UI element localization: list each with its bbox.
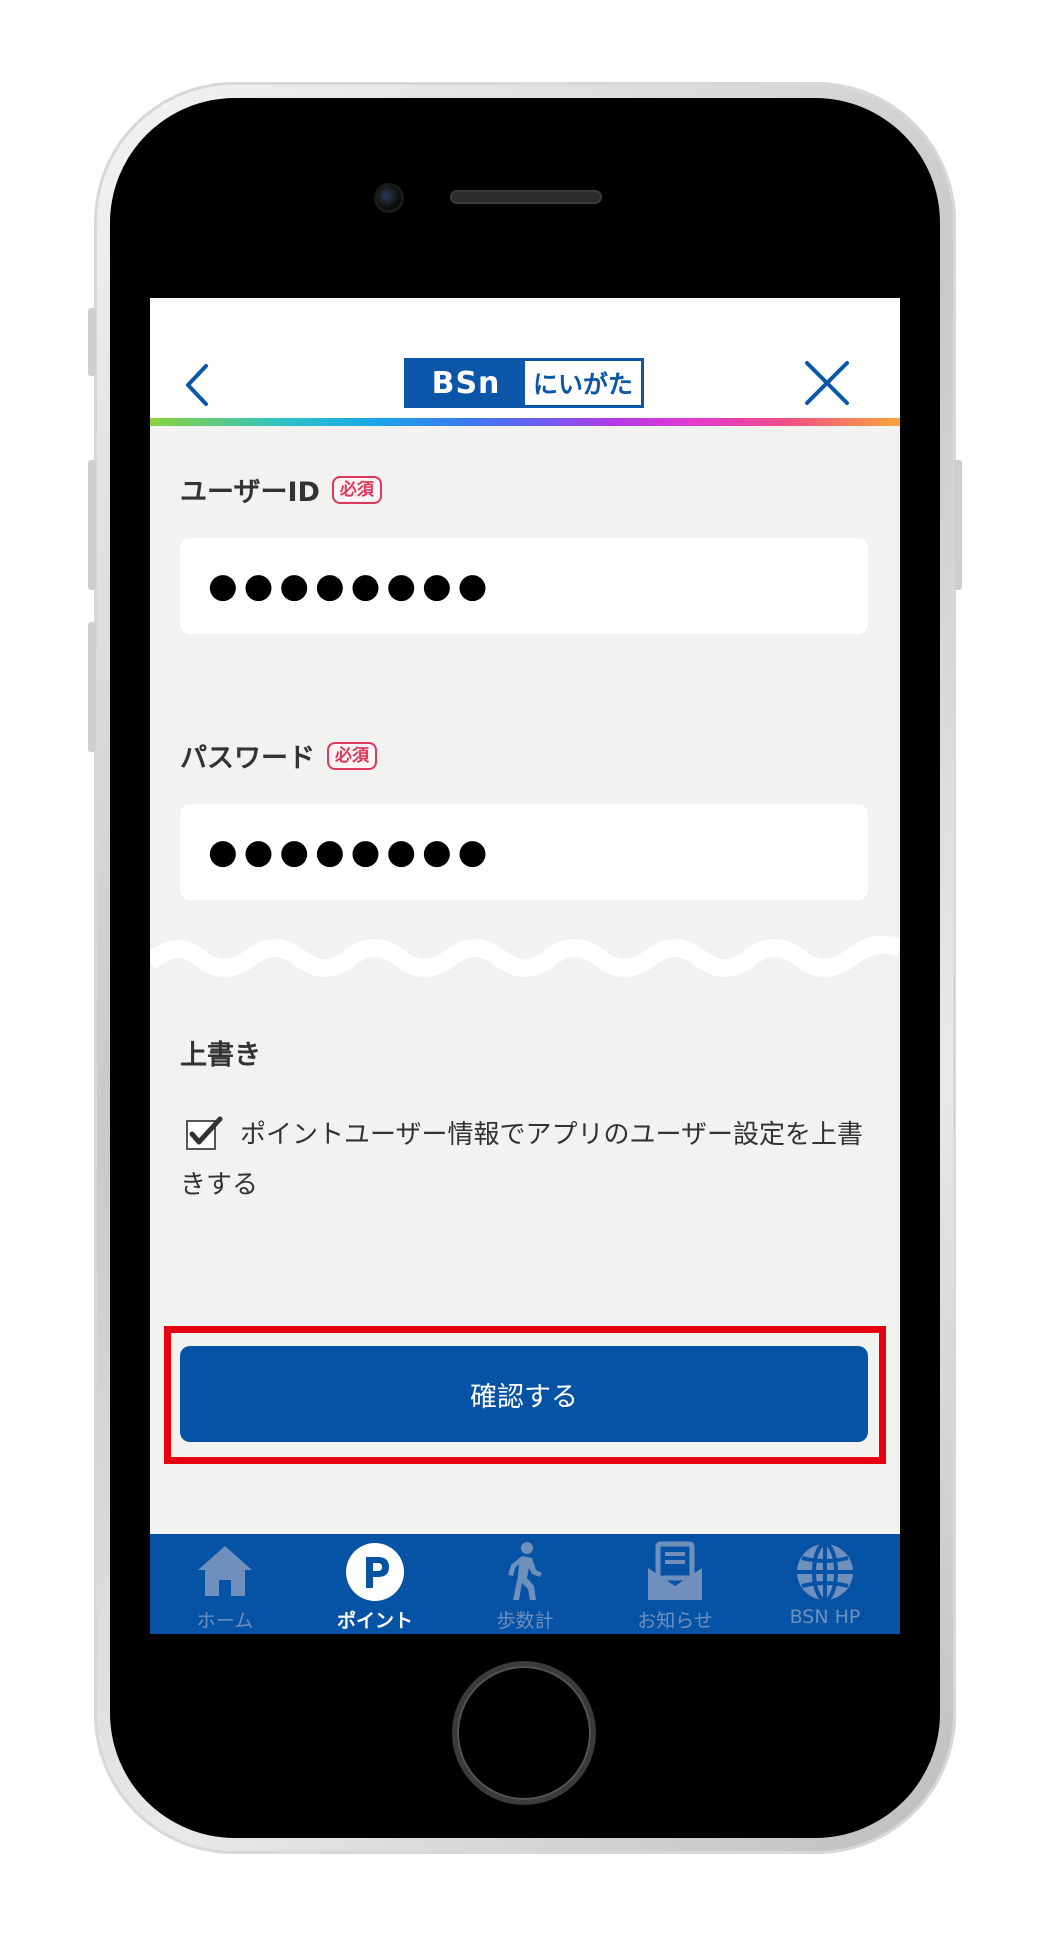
- tab-news[interactable]: お知らせ: [600, 1534, 750, 1634]
- mail-icon: [648, 1541, 702, 1600]
- required-badge: 必須: [327, 741, 377, 770]
- password-value: ●●●●●●●●: [208, 832, 494, 872]
- tab-home[interactable]: ホーム: [150, 1534, 300, 1634]
- power-button: [954, 460, 962, 590]
- tab-label: BSN HP: [789, 1606, 861, 1628]
- user-id-label: ユーザーID: [180, 477, 320, 508]
- password-label-row: パスワード 必須: [180, 736, 377, 775]
- logo-bsn: BSn: [407, 361, 525, 405]
- volume-up-button: [88, 460, 96, 590]
- point-icon: [346, 1543, 404, 1601]
- home-icon: [198, 1546, 252, 1596]
- back-button[interactable]: [178, 360, 218, 410]
- home-button[interactable]: [457, 1666, 591, 1800]
- tab-label: ホーム: [196, 1610, 254, 1632]
- volume-down-button: [88, 622, 96, 752]
- overwrite-checkbox-label[interactable]: ポイントユーザー情報でアプリのユーザー設定を上書きする: [180, 1110, 870, 1210]
- user-id-value: ●●●●●●●●: [208, 566, 494, 606]
- password-input[interactable]: ●●●●●●●●: [180, 804, 868, 900]
- tab-bsn-hp[interactable]: BSN HP: [750, 1534, 900, 1634]
- password-label: パスワード: [180, 743, 315, 774]
- earpiece-speaker: [450, 190, 602, 204]
- walking-icon: [508, 1542, 542, 1600]
- tab-label: ポイント: [336, 1610, 413, 1632]
- chevron-left-icon: [186, 364, 208, 406]
- logo-niigata: にいがた: [532, 370, 633, 399]
- globe-icon: [797, 1542, 853, 1602]
- checkmark-icon: [186, 1116, 223, 1150]
- wave-divider: [150, 935, 900, 977]
- close-button[interactable]: [802, 358, 852, 408]
- front-camera: [377, 186, 401, 210]
- overwrite-title: 上書き: [180, 1040, 261, 1071]
- bottom-tab-bar: ホーム ポイント 歩数計 お知らせ BSN HP: [150, 1534, 900, 1634]
- tab-label: お知らせ: [637, 1610, 713, 1632]
- close-icon: [805, 361, 849, 405]
- app-screen: BSn にいがた ユーザーID 必須 ●●●●●●●● パスワード 必須 ●●●…: [150, 298, 900, 1634]
- mute-switch: [88, 308, 96, 376]
- required-badge: 必須: [331, 475, 382, 504]
- app-header: BSn にいがた: [150, 298, 900, 426]
- tab-label: 歩数計: [496, 1610, 554, 1632]
- user-id-label-row: ユーザーID 必須: [180, 470, 382, 509]
- confirm-button[interactable]: 確認する: [180, 1346, 868, 1442]
- tab-point[interactable]: ポイント: [300, 1534, 450, 1634]
- user-id-input[interactable]: ●●●●●●●●: [180, 538, 868, 634]
- header-rainbow-bar: [150, 418, 900, 426]
- app-logo: BSn にいがた: [404, 358, 644, 408]
- tab-pedometer[interactable]: 歩数計: [450, 1534, 600, 1634]
- overwrite-checkbox[interactable]: [186, 1116, 223, 1150]
